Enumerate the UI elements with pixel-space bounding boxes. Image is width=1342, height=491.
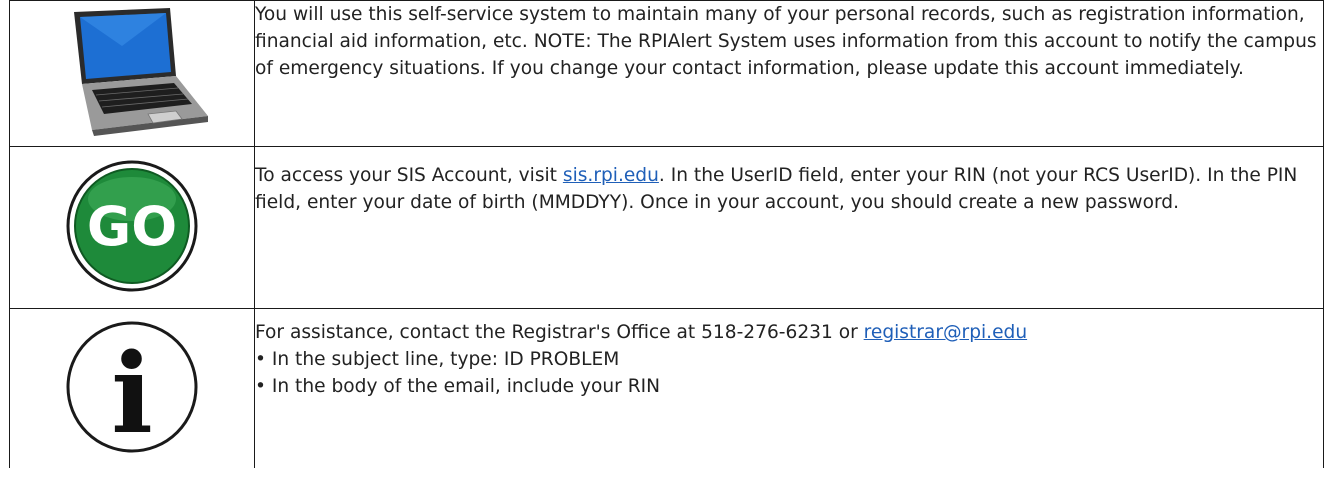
sis-link[interactable]: sis.rpi.edu: [563, 165, 659, 186]
bullet-subject-line: • In the subject line, type: ID PROBLEM: [255, 349, 620, 370]
info-icon: i: [65, 320, 199, 458]
access-text: To access your SIS Account, visit sis.rp…: [255, 162, 1323, 216]
table-row: You will use this self-service system to…: [9, 0, 1324, 147]
go-button-icon: GO: [65, 159, 199, 297]
bullet-email-body: • In the body of the email, include your…: [255, 376, 661, 397]
description-text: You will use this self-service system to…: [255, 4, 1317, 79]
assistance-text-start: For assistance, contact the Registrar's …: [255, 322, 864, 343]
access-text-start: To access your SIS Account, visit: [255, 165, 563, 186]
icon-cell: GO: [9, 146, 255, 309]
access-cell: To access your SIS Account, visit sis.rp…: [254, 146, 1324, 309]
table-row: i For assistance, contact the Registrar'…: [9, 308, 1324, 468]
table-row: GO To access your SIS Account, visit sis…: [9, 146, 1324, 309]
go-label: GO: [87, 195, 177, 258]
info-table: You will use this self-service system to…: [9, 0, 1324, 468]
description-cell: You will use this self-service system to…: [254, 0, 1324, 147]
icon-cell: [9, 0, 255, 147]
assistance-cell: For assistance, contact the Registrar's …: [254, 308, 1324, 468]
icon-cell: i: [9, 308, 255, 468]
laptop-icon: [52, 6, 212, 142]
info-glyph: i: [111, 329, 153, 454]
registrar-email-link[interactable]: registrar@rpi.edu: [864, 322, 1027, 343]
assistance-text: For assistance, contact the Registrar's …: [255, 319, 1323, 346]
